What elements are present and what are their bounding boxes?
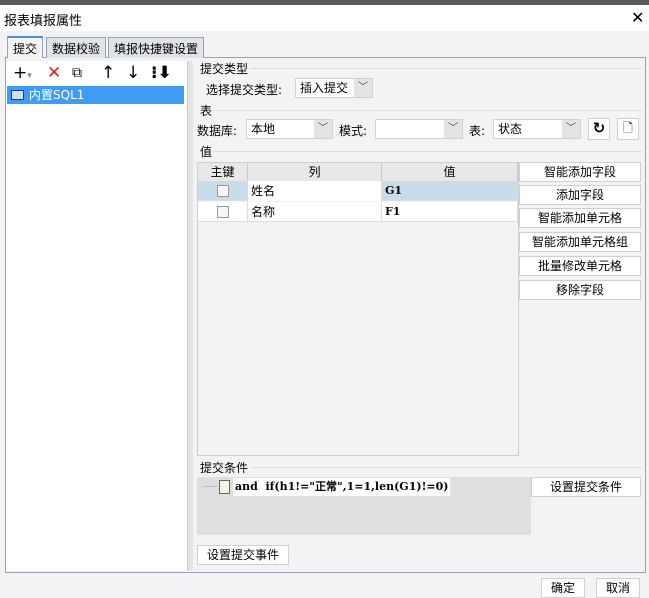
- primary-key-checkbox[interactable]: [217, 185, 229, 197]
- close-icon[interactable]: ✕: [631, 8, 644, 27]
- submit-type-value: 插入提交: [300, 81, 349, 95]
- cancel-button[interactable]: 取消: [596, 578, 640, 598]
- batch-edit-cells-button[interactable]: 批量修改单元格: [519, 256, 641, 276]
- document-icon: [219, 480, 230, 494]
- smart-add-cell-button[interactable]: 智能添加单元格: [519, 208, 641, 228]
- divider: [214, 151, 642, 152]
- list-item[interactable]: 内置SQL1: [7, 86, 184, 104]
- schema-label: 模式:: [339, 124, 368, 138]
- chevron-down-icon: ﹀: [314, 120, 332, 138]
- divider: [214, 110, 642, 111]
- list-item-label: 内置SQL1: [29, 88, 85, 102]
- ok-button[interactable]: 确定: [541, 578, 585, 598]
- table-row[interactable]: 姓名 G1: [198, 181, 518, 201]
- divider: [252, 467, 642, 468]
- add-field-button[interactable]: 添加字段: [519, 185, 641, 205]
- divider: [250, 68, 642, 69]
- smart-add-field-button[interactable]: 智能添加字段: [519, 162, 641, 182]
- db-label: 数据库:: [197, 124, 238, 138]
- sql-list-panel: [6, 61, 188, 571]
- tab-submit[interactable]: 提交: [7, 36, 44, 58]
- move-down-icon[interactable]: ↓: [126, 63, 140, 83]
- schema-select[interactable]: ﹀: [375, 119, 463, 139]
- tab-shortcuts[interactable]: 填报快捷键设置: [108, 37, 205, 58]
- submit-type-heading: 提交类型: [200, 62, 249, 76]
- smart-add-cell-group-button[interactable]: 智能添加单元格组: [519, 232, 641, 252]
- chevron-down-icon: ﹀: [562, 120, 580, 138]
- submit-type-label: 选择提交类型:: [206, 83, 283, 97]
- refresh-icon[interactable]: ↻: [588, 118, 610, 140]
- chevron-down-icon: ﹀: [354, 79, 372, 97]
- title-bar: [0, 5, 649, 31]
- values-heading: 值: [200, 145, 213, 159]
- move-bottom-icon[interactable]: ⁝⬇: [151, 63, 172, 83]
- db-value: 本地: [251, 122, 276, 136]
- column-cell[interactable]: 姓名: [248, 181, 382, 201]
- values-table: 主键 列 值 姓名 G1 名称 F1: [197, 162, 519, 456]
- table-select[interactable]: 状态 ﹀: [493, 119, 581, 139]
- chevron-down-icon: ﹀: [444, 120, 462, 138]
- table-heading: 表: [200, 104, 213, 118]
- sql-icon: [11, 90, 24, 100]
- set-condition-button[interactable]: 设置提交条件: [531, 477, 641, 497]
- remove-field-button[interactable]: 移除字段: [519, 280, 641, 300]
- preview-icon[interactable]: 🗋: [617, 118, 639, 140]
- move-up-icon[interactable]: ↑: [101, 63, 115, 83]
- primary-key-checkbox[interactable]: [217, 206, 229, 218]
- db-select[interactable]: 本地 ﹀: [246, 119, 333, 139]
- value-cell[interactable]: G1: [382, 181, 518, 201]
- set-event-button[interactable]: 设置提交事件: [197, 545, 289, 565]
- table-row[interactable]: 名称 F1: [198, 202, 518, 222]
- tab-validation[interactable]: 数据校验: [46, 37, 107, 58]
- table-value: 状态: [498, 122, 523, 136]
- value-cell[interactable]: F1: [382, 202, 518, 222]
- window-title: 报表填报属性: [4, 14, 83, 29]
- header-key[interactable]: 主键: [198, 163, 248, 181]
- header-column[interactable]: 列: [248, 163, 382, 181]
- condition-item[interactable]: and if(h1!="正常",1=1,len(G1)!=0): [233, 478, 451, 496]
- delete-icon[interactable]: ✕: [47, 63, 61, 83]
- copy-icon[interactable]: ⧉: [72, 63, 82, 83]
- header-value[interactable]: 值: [382, 163, 518, 181]
- table-label: 表:: [469, 124, 486, 138]
- add-icon[interactable]: +▾: [13, 63, 32, 86]
- splitter[interactable]: [188, 61, 193, 571]
- condition-heading: 提交条件: [200, 461, 249, 475]
- submit-type-select[interactable]: 插入提交 ﹀: [295, 78, 373, 98]
- tree-line: [203, 486, 217, 487]
- column-cell[interactable]: 名称: [248, 202, 382, 222]
